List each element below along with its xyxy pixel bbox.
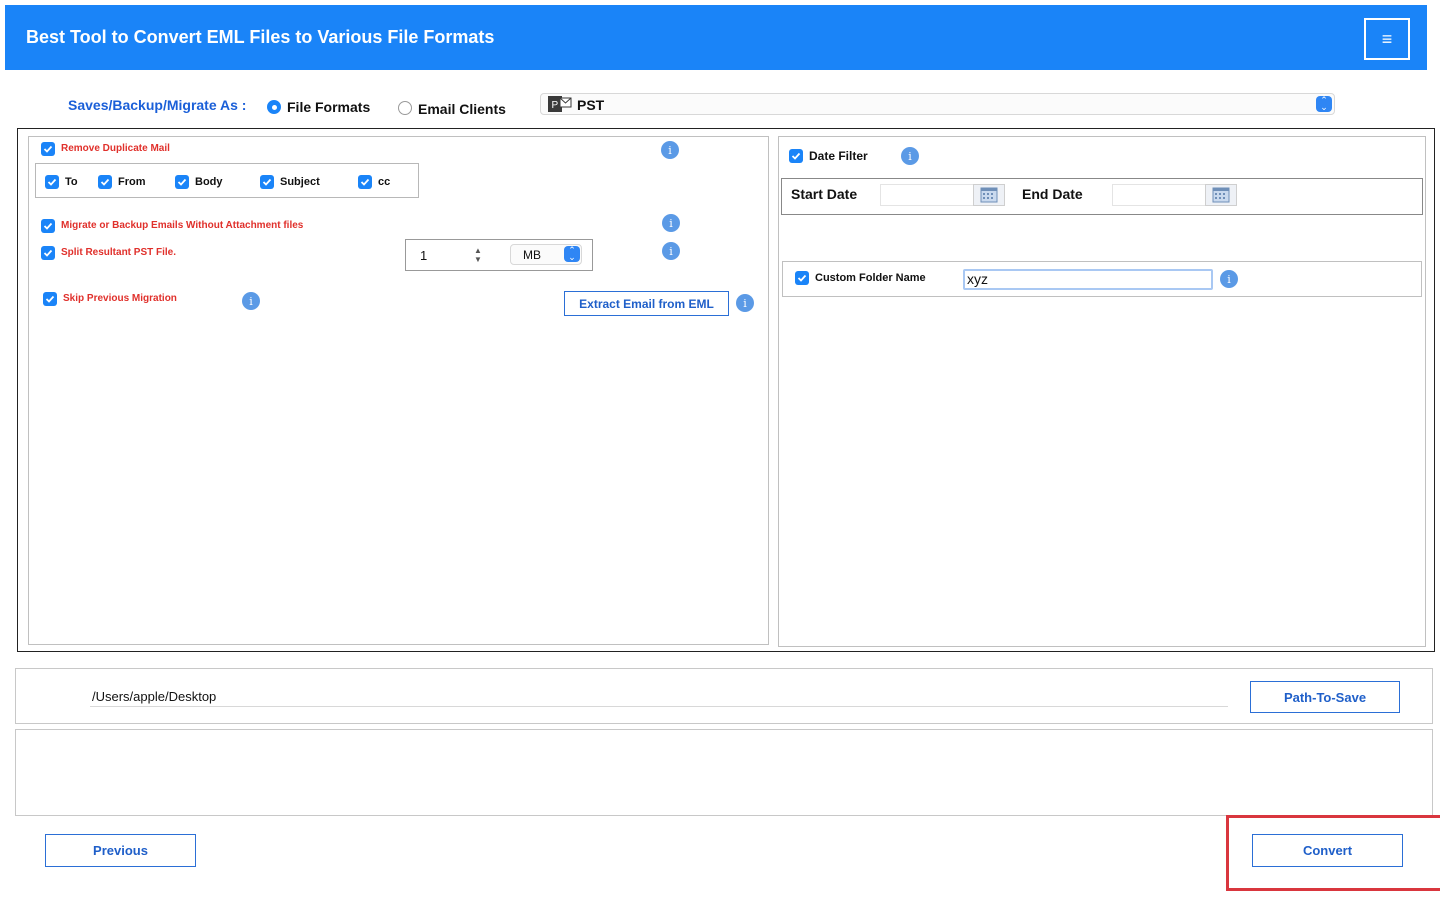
info-icon[interactable]: i	[736, 294, 754, 312]
path-underline	[90, 706, 1228, 707]
file-formats-label: File Formats	[287, 99, 371, 115]
info-icon[interactable]: i	[901, 147, 919, 165]
previous-button[interactable]: Previous	[45, 834, 196, 867]
field-subject-checkbox[interactable]	[260, 175, 274, 189]
output-format-select[interactable]	[540, 93, 1335, 115]
field-body-checkbox[interactable]	[175, 175, 189, 189]
destination-path-group	[15, 668, 1433, 724]
custom-folder-label: Custom Folder Name	[815, 272, 926, 284]
split-unit-value: MB	[523, 248, 541, 262]
date-filter-checkbox[interactable]	[789, 149, 803, 163]
app-title: Best Tool to Convert EML Files to Variou…	[26, 27, 495, 47]
log-area	[15, 729, 1433, 816]
filters-panel	[28, 136, 769, 645]
select-arrows-icon: ⌃ ⌄	[1316, 96, 1332, 112]
end-date-label: End Date	[1022, 186, 1083, 202]
calendar-icon[interactable]	[973, 184, 1005, 206]
field-body-label: Body	[195, 176, 223, 188]
start-date-input[interactable]	[880, 184, 974, 206]
remove-duplicate-label: Remove Duplicate Mail	[61, 143, 170, 154]
remove-duplicate-checkbox[interactable]	[41, 142, 55, 156]
split-pst-label: Split Resultant PST File.	[61, 247, 177, 258]
split-size-stepper[interactable]: ▲ ▼	[471, 246, 485, 266]
email-clients-radio[interactable]	[398, 101, 412, 115]
date-range-group	[781, 178, 1423, 215]
split-size-input[interactable]: 1	[420, 248, 427, 263]
save-as-label: Saves/Backup/Migrate As :	[68, 97, 247, 113]
output-format-value: PST	[577, 97, 605, 113]
file-formats-radio[interactable]	[267, 100, 281, 114]
field-to-label: To	[65, 176, 78, 188]
end-date-input[interactable]	[1112, 184, 1206, 206]
without-attachment-label: Migrate or Backup Emails Without Attachm…	[61, 220, 304, 231]
field-cc-label: cc	[378, 176, 391, 188]
without-attachment-checkbox[interactable]	[41, 219, 55, 233]
info-icon[interactable]: i	[661, 141, 679, 159]
pst-file-icon: P	[548, 95, 572, 113]
field-to-checkbox[interactable]	[45, 175, 59, 189]
extract-email-button[interactable]: Extract Email from EML	[564, 291, 729, 316]
convert-highlight-box	[1226, 815, 1440, 891]
calendar-icon[interactable]	[1205, 184, 1237, 206]
field-from-checkbox[interactable]	[98, 175, 112, 189]
path-to-save-button[interactable]: Path-To-Save	[1250, 681, 1400, 713]
info-icon[interactable]: i	[1220, 270, 1238, 288]
custom-folder-checkbox[interactable]	[795, 271, 809, 285]
split-pst-checkbox[interactable]	[41, 246, 55, 260]
skip-previous-label: Skip Previous Migration	[63, 293, 177, 304]
field-from-label: From	[118, 176, 146, 188]
start-date-label: Start Date	[791, 186, 858, 202]
svg-text:P: P	[552, 100, 559, 111]
info-icon[interactable]: i	[242, 292, 260, 310]
hamburger-menu-icon: ≡	[1381, 28, 1393, 49]
date-filter-label: Date Filter	[809, 149, 868, 163]
info-icon[interactable]: i	[662, 242, 680, 260]
select-arrows-icon: ⌃ ⌄	[564, 246, 580, 262]
custom-folder-input[interactable]: xyz	[963, 269, 1213, 290]
info-icon[interactable]: i	[662, 214, 680, 232]
destination-path-input[interactable]: /Users/apple/Desktop	[92, 689, 216, 704]
hamburger-menu-button[interactable]: ≡	[1364, 18, 1410, 60]
skip-previous-checkbox[interactable]	[43, 292, 57, 306]
email-clients-label: Email Clients	[418, 101, 506, 117]
field-subject-label: Subject	[280, 176, 320, 188]
field-cc-checkbox[interactable]	[358, 175, 372, 189]
